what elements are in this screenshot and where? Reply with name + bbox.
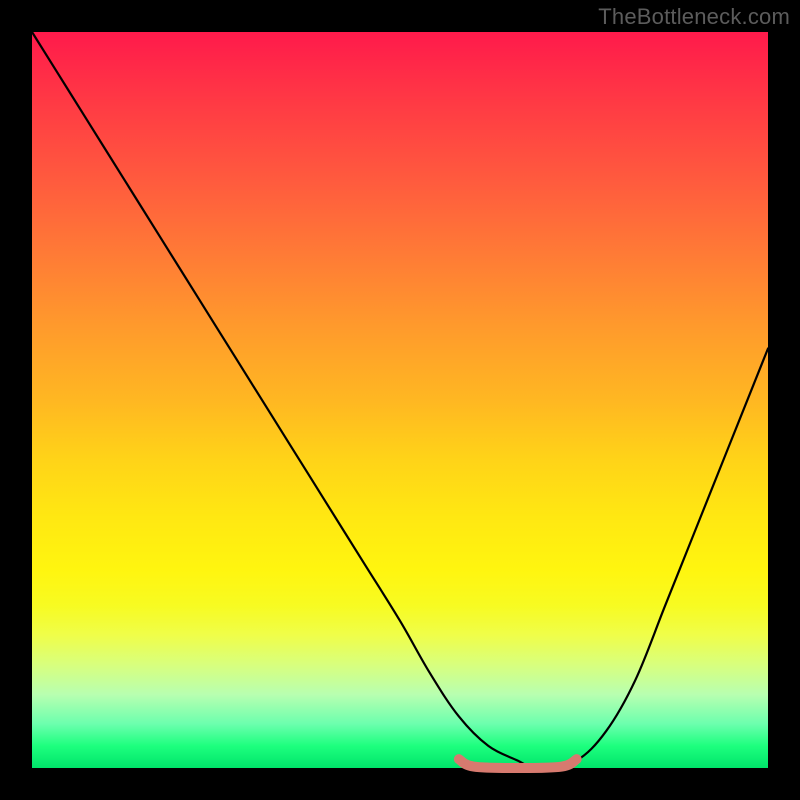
chart-frame: TheBottleneck.com [0, 0, 800, 800]
bottleneck-curve [32, 32, 768, 769]
plot-area [32, 32, 768, 768]
watermark-text: TheBottleneck.com [598, 4, 790, 30]
curve-layer [32, 32, 768, 768]
